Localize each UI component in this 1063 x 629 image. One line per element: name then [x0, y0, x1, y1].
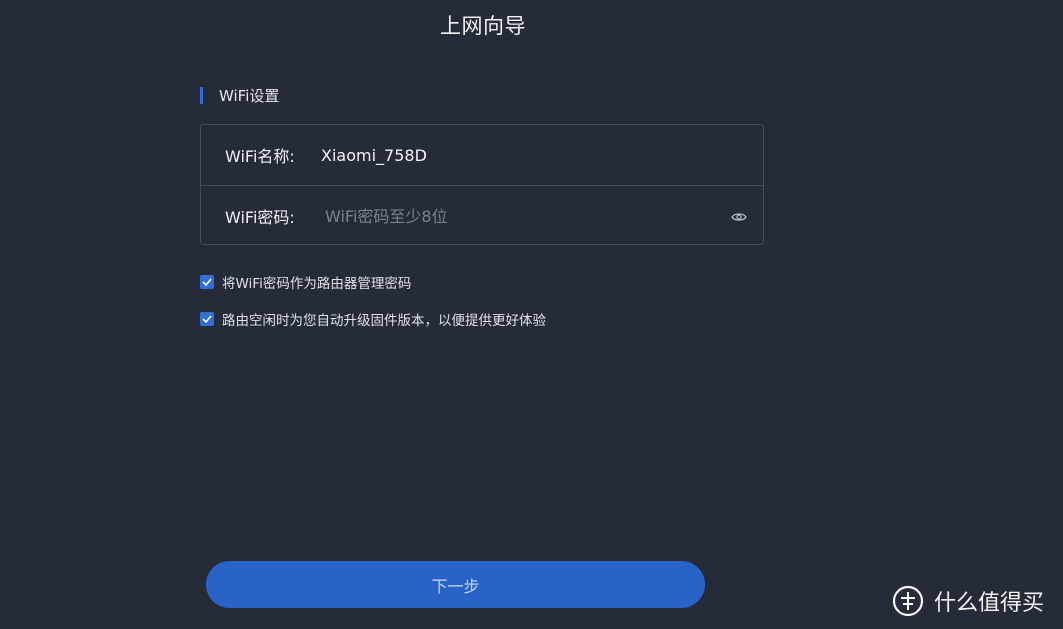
option-label: 将WiFi密码作为路由器管理密码: [222, 276, 412, 292]
wifi-password-input[interactable]: [325, 200, 705, 232]
wifi-name-row: WiFi名称: Xiaomi_758D: [201, 125, 763, 186]
wifi-name-value[interactable]: Xiaomi_758D: [321, 146, 427, 165]
check-icon: [202, 315, 212, 323]
watermark: 什么值得买: [892, 585, 1044, 617]
option-label: 路由空闲时为您自动升级固件版本，以便提供更好体验: [222, 313, 546, 329]
section-header: WiFi设置: [200, 85, 279, 105]
section-title: WiFi设置: [219, 86, 280, 105]
page-title: 上网向导: [440, 14, 526, 38]
wifi-settings-form: WiFi名称: Xiaomi_758D WiFi密码:: [200, 124, 764, 245]
watermark-logo: [892, 585, 924, 617]
checkbox-admin-password[interactable]: [200, 275, 214, 289]
watermark-text: 什么值得买: [934, 591, 1045, 616]
checkbox-auto-upgrade[interactable]: [200, 312, 214, 326]
option-use-wifi-as-admin-password: 将WiFi密码作为路由器管理密码: [200, 272, 411, 292]
section-accent-bar: [200, 86, 203, 104]
wifi-password-label: WiFi密码:: [225, 208, 295, 227]
wifi-name-label: WiFi名称:: [225, 147, 295, 166]
option-auto-upgrade-firmware: 路由空闲时为您自动升级固件版本，以便提供更好体验: [200, 309, 546, 329]
wifi-password-row: WiFi密码:: [201, 186, 763, 246]
next-button[interactable]: 下一步: [206, 561, 705, 608]
check-icon: [202, 278, 212, 286]
eye-icon[interactable]: [731, 209, 747, 223]
